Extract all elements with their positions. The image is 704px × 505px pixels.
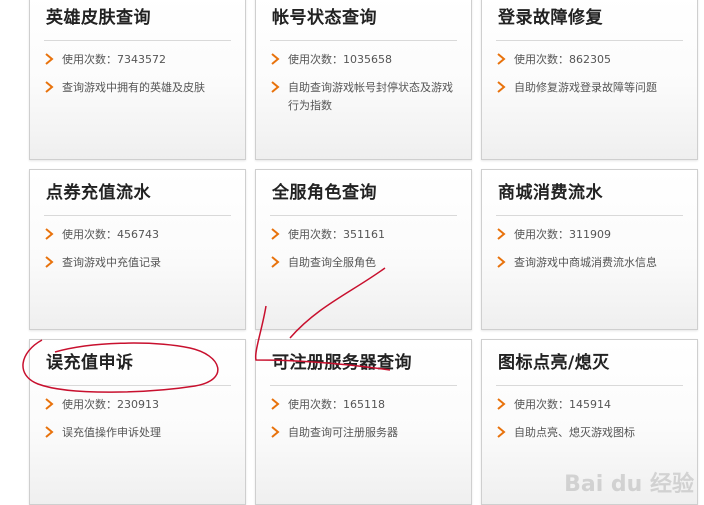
chevron-right-icon: [496, 228, 506, 240]
usage-count: 使用次数：145914: [496, 396, 683, 414]
description: 自助点亮、熄灭游戏图标: [496, 424, 683, 442]
divider: [44, 215, 231, 216]
description-text: 误充值操作申诉处理: [62, 426, 161, 439]
chevron-right-icon: [270, 426, 280, 438]
service-card[interactable]: 误充值申诉 使用次数：230913 误充值操作申诉处理: [29, 339, 246, 505]
chevron-right-icon: [496, 81, 506, 93]
card-title[interactable]: 登录故障修复: [496, 5, 683, 31]
card-title[interactable]: 商城消费流水: [496, 180, 683, 206]
description: 查询游戏中充值记录: [44, 254, 231, 272]
description-text: 自助查询游戏帐号封停状态及游戏行为指数: [288, 81, 453, 112]
usage-text: 使用次数：145914: [514, 398, 611, 411]
usage-count: 使用次数：311909: [496, 226, 683, 244]
chevron-right-icon: [44, 426, 54, 438]
description: 查询游戏中拥有的英雄及皮肤: [44, 79, 231, 97]
usage-text: 使用次数：230913: [62, 398, 159, 411]
usage-count: 使用次数：456743: [44, 226, 231, 244]
usage-count: 使用次数：351161: [270, 226, 457, 244]
card-title[interactable]: 误充值申诉: [44, 350, 231, 376]
usage-text: 使用次数：311909: [514, 228, 611, 241]
divider: [44, 40, 231, 41]
description-text: 自助查询全服角色: [288, 256, 376, 269]
usage-count: 使用次数：7343572: [44, 51, 231, 69]
chevron-right-icon: [270, 256, 280, 268]
divider: [496, 40, 683, 41]
usage-text: 使用次数：456743: [62, 228, 159, 241]
chevron-right-icon: [270, 81, 280, 93]
service-card[interactable]: 可注册服务器查询 使用次数：165118 自助查询可注册服务器: [255, 339, 472, 505]
usage-text: 使用次数：7343572: [62, 53, 166, 66]
divider: [270, 385, 457, 386]
service-card[interactable]: 帐号状态查询 使用次数：1035658 自助查询游戏帐号封停状态及游戏行为指数: [255, 0, 472, 160]
chevron-right-icon: [44, 81, 54, 93]
card-title[interactable]: 全服角色查询: [270, 180, 457, 206]
description-text: 查询游戏中拥有的英雄及皮肤: [62, 81, 205, 94]
divider: [270, 215, 457, 216]
chevron-right-icon: [496, 426, 506, 438]
divider: [496, 385, 683, 386]
chevron-right-icon: [496, 398, 506, 410]
description: 自助查询可注册服务器: [270, 424, 457, 442]
service-card[interactable]: 全服角色查询 使用次数：351161 自助查询全服角色: [255, 169, 472, 330]
chevron-right-icon: [270, 228, 280, 240]
usage-count: 使用次数：230913: [44, 396, 231, 414]
divider: [496, 215, 683, 216]
usage-text: 使用次数：862305: [514, 53, 611, 66]
description: 自助修复游戏登录故障等问题: [496, 79, 683, 97]
description: 误充值操作申诉处理: [44, 424, 231, 442]
card-title[interactable]: 可注册服务器查询: [270, 350, 457, 376]
usage-text: 使用次数：1035658: [288, 53, 392, 66]
divider: [44, 385, 231, 386]
chevron-right-icon: [44, 228, 54, 240]
card-title[interactable]: 点券充值流水: [44, 180, 231, 206]
service-card[interactable]: 英雄皮肤查询 使用次数：7343572 查询游戏中拥有的英雄及皮肤: [29, 0, 246, 160]
chevron-right-icon: [270, 398, 280, 410]
description: 查询游戏中商城消费流水信息: [496, 254, 683, 272]
card-title[interactable]: 帐号状态查询: [270, 5, 457, 31]
service-card[interactable]: 图标点亮/熄灭 使用次数：145914 自助点亮、熄灭游戏图标: [481, 339, 698, 505]
divider: [270, 40, 457, 41]
service-card[interactable]: 点券充值流水 使用次数：456743 查询游戏中充值记录: [29, 169, 246, 330]
chevron-right-icon: [496, 53, 506, 65]
chevron-right-icon: [44, 398, 54, 410]
description-text: 自助点亮、熄灭游戏图标: [514, 426, 635, 439]
description-text: 自助修复游戏登录故障等问题: [514, 81, 657, 94]
usage-text: 使用次数：351161: [288, 228, 385, 241]
description-text: 自助查询可注册服务器: [288, 426, 398, 439]
chevron-right-icon: [270, 53, 280, 65]
usage-count: 使用次数：862305: [496, 51, 683, 69]
card-title[interactable]: 图标点亮/熄灭: [496, 350, 683, 376]
description: 自助查询游戏帐号封停状态及游戏行为指数: [270, 79, 457, 115]
service-card[interactable]: 登录故障修复 使用次数：862305 自助修复游戏登录故障等问题: [481, 0, 698, 160]
chevron-right-icon: [44, 53, 54, 65]
description-text: 查询游戏中商城消费流水信息: [514, 256, 657, 269]
card-title[interactable]: 英雄皮肤查询: [44, 5, 231, 31]
service-card[interactable]: 商城消费流水 使用次数：311909 查询游戏中商城消费流水信息: [481, 169, 698, 330]
usage-text: 使用次数：165118: [288, 398, 385, 411]
usage-count: 使用次数：1035658: [270, 51, 457, 69]
usage-count: 使用次数：165118: [270, 396, 457, 414]
description-text: 查询游戏中充值记录: [62, 256, 161, 269]
description: 自助查询全服角色: [270, 254, 457, 272]
chevron-right-icon: [44, 256, 54, 268]
chevron-right-icon: [496, 256, 506, 268]
